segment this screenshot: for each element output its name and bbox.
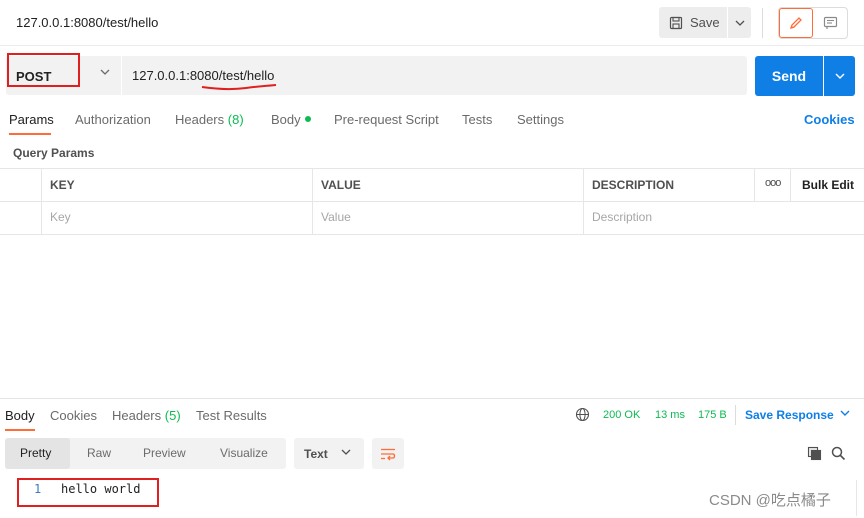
response-time[interactable]: 13 ms bbox=[655, 409, 685, 421]
cookies-link[interactable]: Cookies bbox=[804, 112, 855, 127]
response-view-switcher: Pretty Raw Preview Visualize bbox=[5, 438, 286, 469]
view-raw-button[interactable]: Raw bbox=[87, 446, 111, 460]
watermark: CSDN @吃点橘子 bbox=[709, 492, 831, 509]
response-tab-test-results[interactable]: Test Results bbox=[196, 408, 267, 423]
save-response-button[interactable]: Save Response bbox=[745, 408, 834, 422]
tab-params[interactable]: Params bbox=[9, 112, 54, 127]
send-button[interactable]: Send bbox=[755, 56, 823, 96]
edit-mode-button[interactable] bbox=[779, 8, 813, 38]
response-tab-cookies[interactable]: Cookies bbox=[50, 408, 97, 423]
active-tab-indicator bbox=[5, 429, 35, 431]
response-tab-headers-label: Headers bbox=[112, 408, 162, 423]
chevron-down-icon[interactable] bbox=[840, 410, 850, 416]
request-header-bar: 127.0.0.1:8080/test/hello Save bbox=[0, 0, 864, 46]
table-border bbox=[0, 168, 864, 169]
divider bbox=[762, 8, 763, 38]
tab-pre-request-script[interactable]: Pre-request Script bbox=[334, 112, 439, 127]
tab-tests[interactable]: Tests bbox=[462, 112, 492, 127]
response-tab-headers[interactable]: Headers (5) bbox=[112, 408, 181, 423]
table-border bbox=[0, 234, 864, 235]
pencil-icon bbox=[789, 17, 802, 30]
column-divider bbox=[312, 168, 313, 234]
comment-icon bbox=[823, 16, 837, 29]
search-icon[interactable] bbox=[831, 446, 846, 461]
tab-headers-label: Headers bbox=[175, 112, 225, 127]
active-tab-indicator bbox=[9, 133, 51, 135]
bulk-edit-button[interactable]: Bulk Edit bbox=[802, 178, 854, 192]
params-table: KEY VALUE DESCRIPTION ooo Bulk Edit Key … bbox=[0, 168, 864, 235]
tab-settings[interactable]: Settings bbox=[517, 112, 564, 127]
tab-body-label: Body bbox=[271, 112, 301, 127]
save-options-button[interactable] bbox=[728, 7, 751, 38]
column-header-key: KEY bbox=[50, 178, 75, 192]
save-button[interactable]: Save bbox=[659, 7, 727, 38]
tab-headers-count: (8) bbox=[227, 112, 244, 127]
description-input[interactable]: Description bbox=[592, 210, 652, 224]
value-input[interactable]: Value bbox=[321, 210, 351, 224]
wrap-lines-button[interactable] bbox=[372, 438, 404, 469]
wrap-lines-icon bbox=[381, 448, 396, 460]
table-border bbox=[0, 201, 864, 202]
format-value: Text bbox=[304, 447, 328, 461]
response-divider bbox=[0, 398, 864, 399]
view-preview-button[interactable]: Preview bbox=[143, 446, 186, 460]
method-annotation-box bbox=[7, 53, 80, 87]
chevron-down-icon bbox=[735, 20, 744, 26]
column-divider bbox=[41, 168, 42, 234]
column-header-description: DESCRIPTION bbox=[592, 178, 675, 192]
body-indicator-dot bbox=[304, 116, 311, 122]
url-value: 127.0.0.1:8080/test/hello bbox=[132, 68, 275, 83]
chevron-down-icon bbox=[835, 73, 844, 79]
tab-body[interactable]: Body bbox=[271, 112, 311, 127]
globe-icon[interactable] bbox=[575, 407, 590, 422]
column-divider bbox=[790, 168, 791, 201]
send-options-button[interactable] bbox=[824, 56, 855, 96]
divider bbox=[735, 405, 736, 425]
request-title[interactable]: 127.0.0.1:8080/test/hello bbox=[16, 15, 158, 30]
more-options-icon[interactable]: ooo bbox=[765, 177, 781, 189]
chevron-down-icon bbox=[100, 69, 110, 75]
tab-headers[interactable]: Headers (8) bbox=[175, 112, 244, 127]
response-annotation-box bbox=[17, 478, 159, 507]
copy-icon[interactable] bbox=[807, 446, 822, 461]
save-icon bbox=[669, 16, 683, 29]
view-mode-toggle bbox=[778, 7, 848, 39]
url-annotation-underline bbox=[201, 84, 277, 91]
response-status[interactable]: 200 OK bbox=[603, 409, 640, 421]
query-params-title: Query Params bbox=[13, 146, 95, 160]
key-input[interactable]: Key bbox=[50, 210, 71, 224]
scrollbar[interactable] bbox=[856, 480, 857, 516]
response-tab-body[interactable]: Body bbox=[5, 408, 35, 423]
view-pretty-button[interactable]: Pretty bbox=[20, 446, 51, 460]
response-tab-headers-count: (5) bbox=[164, 408, 181, 423]
column-divider bbox=[583, 168, 584, 234]
column-header-value: VALUE bbox=[321, 178, 361, 192]
format-select[interactable]: Text bbox=[294, 438, 364, 469]
response-size[interactable]: 175 B bbox=[698, 409, 727, 421]
column-divider bbox=[754, 168, 755, 201]
chevron-down-icon bbox=[341, 449, 351, 455]
save-label: Save bbox=[690, 15, 720, 30]
documentation-mode-button[interactable] bbox=[813, 8, 847, 38]
tab-authorization[interactable]: Authorization bbox=[75, 112, 151, 127]
view-visualize-button[interactable]: Visualize bbox=[220, 446, 268, 460]
